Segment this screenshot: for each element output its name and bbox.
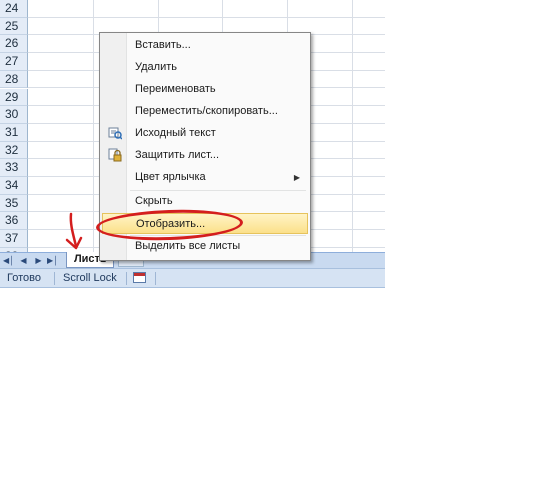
row-header[interactable]: 33 (0, 159, 28, 177)
annotation-arrow-icon (65, 212, 83, 250)
first-sheet-icon[interactable]: ◀│ (3, 255, 14, 266)
view-code-icon (108, 126, 123, 140)
status-divider (126, 272, 127, 285)
macro-record-icon[interactable] (133, 272, 146, 283)
menu-item-move-copy[interactable]: Переместить/скопировать... (102, 101, 308, 122)
lock-icon (108, 148, 122, 162)
row-header[interactable]: 34 (0, 177, 28, 195)
row-header[interactable]: 28 (0, 70, 28, 89)
menu-item-view-code[interactable]: Исходный текст (102, 123, 308, 144)
menu-item-hide[interactable]: Скрыть (102, 191, 308, 212)
grid-row[interactable]: 24 (0, 0, 385, 18)
row-header[interactable]: 31 (0, 123, 28, 142)
menu-item-delete[interactable]: Удалить (102, 57, 308, 78)
menu-item-label: Вставить... (135, 39, 191, 51)
row-header[interactable]: 26 (0, 35, 28, 54)
row-header[interactable]: 30 (0, 106, 28, 124)
status-divider (54, 272, 55, 285)
row-header[interactable]: 32 (0, 141, 28, 160)
row-header[interactable]: 27 (0, 53, 28, 71)
menu-item-label: Переименовать (135, 83, 216, 95)
menu-item-label: Скрыть (135, 195, 173, 207)
status-bar: Готово Scroll Lock (0, 268, 385, 288)
status-scroll-lock: Scroll Lock (63, 272, 117, 284)
menu-item-rename[interactable]: Переименовать (102, 79, 308, 100)
row-header[interactable]: 37 (0, 230, 28, 248)
prev-sheet-icon[interactable]: ◀ (18, 255, 29, 266)
row-header[interactable]: 25 (0, 17, 28, 36)
menu-item-label: Защитить лист... (135, 149, 220, 161)
status-ready: Готово (7, 272, 41, 284)
menu-item-label: Удалить (135, 61, 177, 73)
menu-item-insert[interactable]: Вставить... (102, 35, 308, 56)
menu-item-tab-color[interactable]: Цвет ярлычка ▶ (102, 167, 308, 188)
status-divider (155, 272, 156, 285)
menu-item-label: Цвет ярлычка (135, 171, 206, 183)
next-sheet-icon[interactable]: ▶ (33, 255, 44, 266)
submenu-arrow-icon: ▶ (293, 173, 300, 182)
row-header[interactable]: 36 (0, 212, 28, 231)
row-header[interactable]: 24 (0, 0, 28, 18)
menu-item-label: Исходный текст (135, 127, 216, 139)
menu-item-protect-sheet[interactable]: Защитить лист... (102, 145, 308, 166)
menu-item-label: Переместить/скопировать... (135, 105, 278, 117)
row-header[interactable]: 35 (0, 194, 28, 213)
row-header[interactable]: 29 (0, 88, 28, 107)
last-sheet-icon[interactable]: ▶│ (47, 255, 58, 266)
